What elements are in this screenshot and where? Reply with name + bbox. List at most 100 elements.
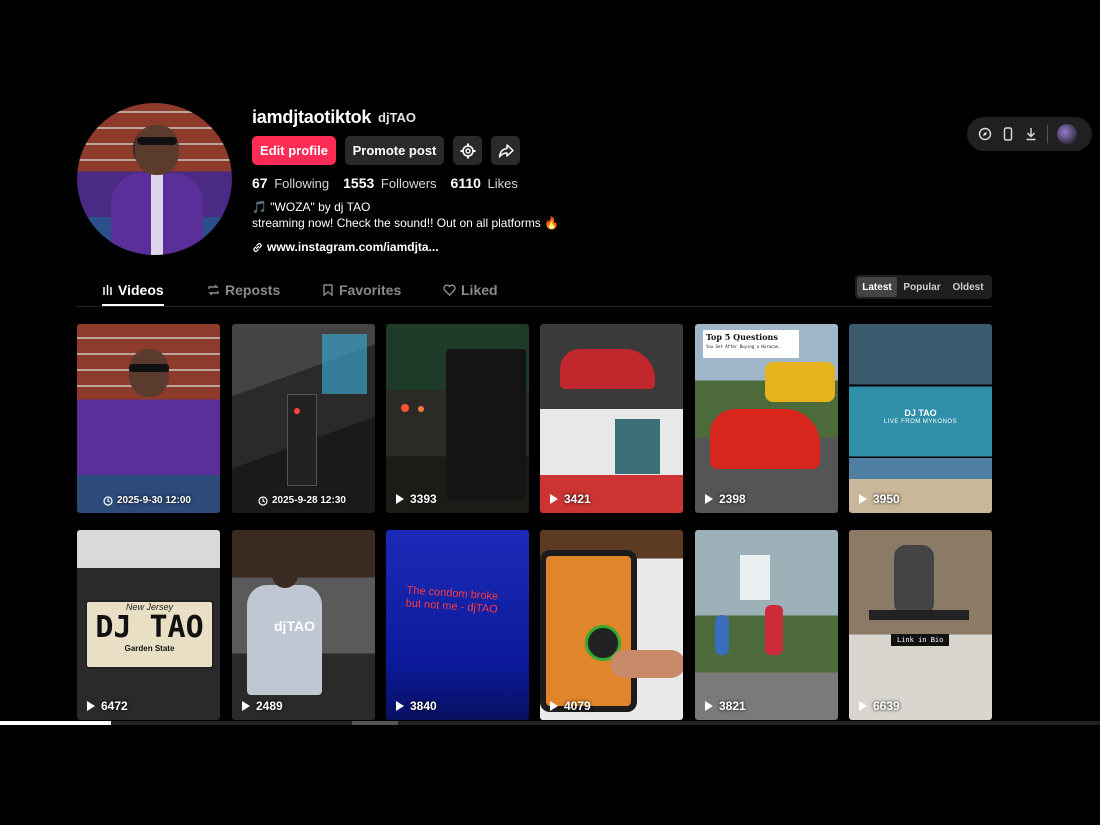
- plate-motto: Garden State: [124, 644, 175, 653]
- plate-number: DJ TAO: [95, 610, 204, 645]
- video-view-count: 3393: [410, 492, 437, 506]
- user-avatar[interactable]: [1057, 124, 1077, 144]
- video-meta: 6639: [859, 699, 900, 713]
- profile-link[interactable]: www.instagram.com/iamdjta...: [252, 240, 439, 254]
- video-overlay-title: DJ TAO: [904, 408, 937, 418]
- video-view-count: 3421: [564, 492, 591, 506]
- video-overlay-title: Link in Bio: [891, 634, 950, 646]
- sort-popular[interactable]: Popular: [901, 277, 943, 297]
- scrollbar-track-marker: [352, 721, 398, 725]
- video-view-count: 6639: [873, 699, 900, 713]
- video-tile[interactable]: DJ TAO LIVE FROM MYKONOS 3950: [849, 324, 992, 513]
- play-icon: [396, 494, 404, 504]
- video-schedule-time: 2025-9-28 12:30: [272, 495, 346, 506]
- sort-control: Latest Popular Oldest: [855, 275, 992, 299]
- video-view-count: 3821: [719, 699, 746, 713]
- repost-icon: [208, 284, 219, 295]
- horizontal-scrollbar[interactable]: [0, 721, 1100, 725]
- video-tile[interactable]: Link in Bio 6639: [849, 530, 992, 720]
- profile-username: iamdjtaotiktok: [252, 107, 372, 127]
- video-overlay-card: Top 5 Questions You Get After Buying a H…: [703, 330, 799, 358]
- edit-profile-button[interactable]: Edit profile: [252, 136, 336, 165]
- bio-line-2: streaming now! Check the sound!! Out on …: [252, 216, 560, 230]
- tab-reposts-label: Reposts: [225, 281, 281, 298]
- phone-icon[interactable]: [999, 125, 1017, 143]
- likes-count: 6110: [450, 175, 481, 191]
- floating-toolbar: [967, 117, 1092, 151]
- video-tile[interactable]: djTAO 2489: [232, 530, 375, 720]
- tab-videos-label: Videos: [118, 281, 164, 298]
- video-view-count: 3840: [410, 699, 437, 713]
- share-profile-button[interactable]: [491, 136, 520, 165]
- play-icon: [859, 494, 867, 504]
- video-tile[interactable]: 2025-9-28 12:30: [232, 324, 375, 513]
- profile-stats: 67 Following 1553 Followers 6110 Likes: [252, 175, 518, 191]
- video-tile[interactable]: 3393: [386, 324, 529, 513]
- settings-button[interactable]: [453, 136, 482, 165]
- tab-videos[interactable]: Videos: [102, 275, 164, 306]
- video-meta: 6472: [87, 699, 128, 713]
- video-overlay-title: Top 5 Questions: [706, 332, 778, 342]
- video-meta: 3393: [396, 492, 437, 506]
- download-icon[interactable]: [1022, 125, 1040, 143]
- play-icon: [396, 701, 404, 711]
- play-icon: [87, 701, 95, 711]
- video-meta: 3950: [859, 492, 900, 506]
- following-label: Following: [274, 176, 330, 191]
- video-meta: 2025-9-28 12:30: [258, 495, 346, 506]
- profile-nickname: djTAO: [378, 110, 417, 125]
- sort-latest[interactable]: Latest: [857, 277, 897, 297]
- profile-header: iamdjtaotiktok djTAO Edit profile Promot…: [77, 103, 617, 263]
- video-tile[interactable]: The condom broke but not me - djTAO 3840: [386, 530, 529, 720]
- clock-icon: [103, 495, 113, 506]
- tab-reposts[interactable]: Reposts: [207, 275, 280, 304]
- play-icon: [550, 494, 558, 504]
- license-plate: New Jersey DJ TAO Garden State: [85, 600, 214, 669]
- play-icon: [242, 701, 250, 711]
- tab-liked[interactable]: Liked: [443, 275, 498, 304]
- video-view-count: 6472: [101, 699, 128, 713]
- video-view-count: 2489: [256, 699, 283, 713]
- likes-stat: 6110 Likes: [451, 175, 518, 191]
- video-overlay-title: djTAO: [274, 618, 315, 634]
- video-tile[interactable]: 4079: [540, 530, 683, 720]
- video-meta: 3421: [550, 492, 591, 506]
- tab-favorites-label: Favorites: [339, 281, 402, 298]
- tab-favorites[interactable]: Favorites: [322, 275, 401, 304]
- video-overlay-subtitle: You Get After Buying a Huracan.: [706, 344, 781, 349]
- video-tile[interactable]: 3821: [695, 530, 838, 720]
- play-icon: [550, 701, 558, 711]
- profile-link-text: www.instagram.com/iamdjta...: [267, 240, 439, 254]
- tab-liked-label: Liked: [461, 281, 498, 298]
- compass-icon[interactable]: [976, 125, 994, 143]
- video-tile[interactable]: Top 5 Questions You Get After Buying a H…: [695, 324, 838, 513]
- video-tile[interactable]: New Jersey DJ TAO Garden State 6472: [77, 530, 220, 720]
- video-meta: 2025-9-30 12:00: [103, 495, 191, 506]
- video-meta: 2398: [705, 492, 746, 506]
- video-tile[interactable]: 2025-9-30 12:00: [77, 324, 220, 513]
- sort-oldest[interactable]: Oldest: [947, 277, 989, 297]
- heart-icon: [443, 284, 456, 296]
- scrollbar-thumb[interactable]: [0, 721, 111, 725]
- play-icon: [859, 701, 867, 711]
- followers-label: Followers: [380, 176, 437, 191]
- video-meta: 3840: [396, 699, 437, 713]
- video-view-count: 2398: [719, 492, 746, 506]
- bars-icon: [103, 285, 112, 295]
- play-icon: [705, 701, 713, 711]
- link-icon: [253, 242, 262, 252]
- share-icon: [498, 143, 514, 158]
- profile-avatar[interactable]: [77, 103, 232, 255]
- video-meta: 3821: [705, 699, 746, 713]
- toolbar-divider: [1047, 125, 1048, 143]
- following-stat[interactable]: 67 Following: [252, 175, 329, 191]
- following-count: 67: [252, 175, 268, 191]
- video-overlay-title: The condom broke but not me - djTAO: [405, 584, 499, 616]
- video-tile[interactable]: 3421: [540, 324, 683, 513]
- followers-stat[interactable]: 1553 Followers: [343, 175, 436, 191]
- bio-line-1: 🎵 "WOZA" by dj TAO: [252, 200, 371, 214]
- promote-post-button[interactable]: Promote post: [345, 136, 444, 165]
- video-view-count: 4079: [564, 699, 591, 713]
- video-schedule-time: 2025-9-30 12:00: [117, 495, 191, 506]
- clock-icon: [258, 495, 268, 506]
